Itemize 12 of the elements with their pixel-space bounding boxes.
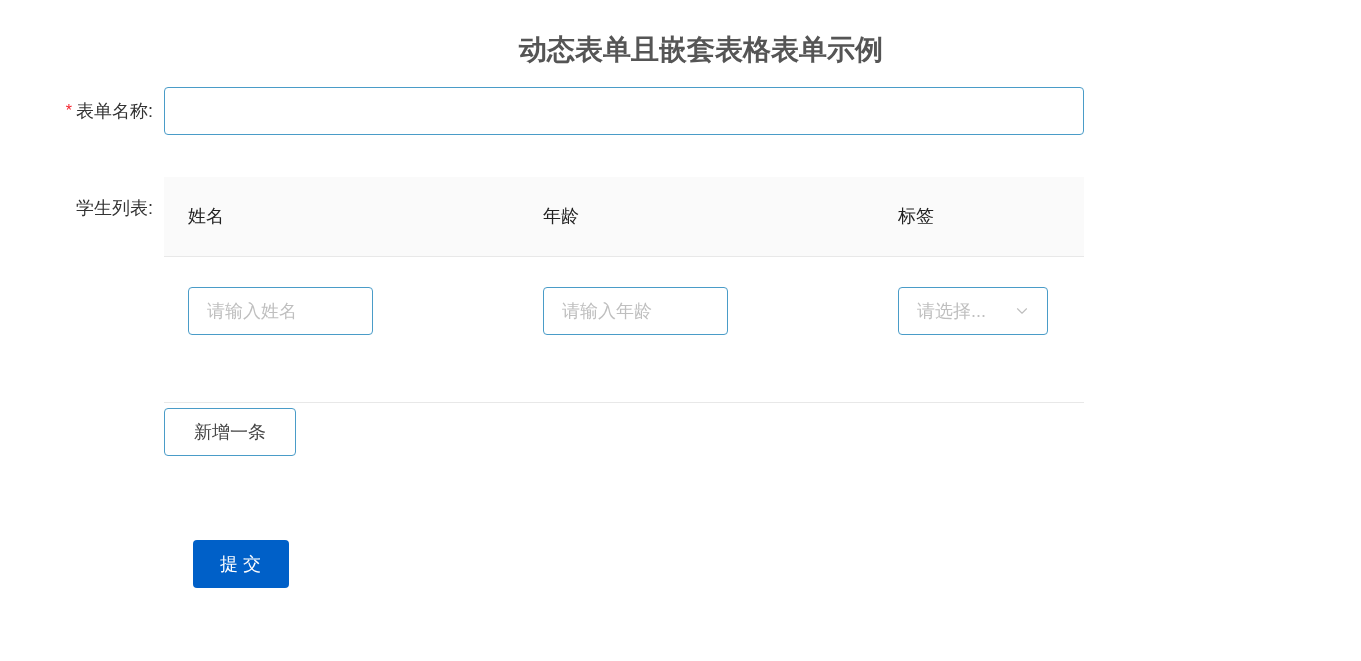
student-list-label: 学生列表: xyxy=(76,197,153,220)
form-name-label: 表单名称: xyxy=(76,99,153,123)
page-title: 动态表单且嵌套表格表单示例 xyxy=(518,33,883,67)
column-header: 姓名 xyxy=(187,205,225,228)
text-input-field[interactable]: 请输入姓名 xyxy=(188,287,373,335)
column-header: 年龄 xyxy=(542,205,580,228)
submit-button[interactable]: 提 交 xyxy=(193,540,289,588)
text-input-field[interactable]: 请输入年龄 xyxy=(543,287,728,335)
required-mark: * xyxy=(65,101,72,121)
add-row-button[interactable]: 新增一条 xyxy=(164,408,296,456)
form-name-field[interactable] xyxy=(164,87,1084,135)
column-header: 标签 xyxy=(897,205,935,228)
